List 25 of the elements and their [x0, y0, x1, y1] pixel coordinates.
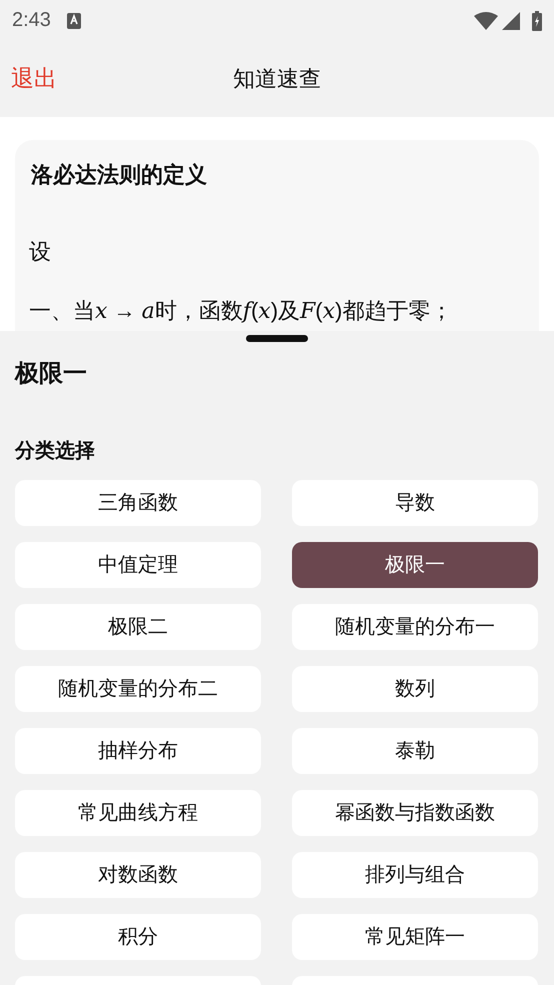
- category-button[interactable]: 泰勒: [292, 728, 538, 774]
- category-button[interactable]: 积分: [15, 914, 261, 960]
- category-button[interactable]: 极限一: [292, 542, 538, 588]
- category-button[interactable]: 排列与组合: [292, 852, 538, 898]
- exit-button[interactable]: 退出: [0, 61, 68, 96]
- category-button[interactable]: 数列: [292, 666, 538, 712]
- category-button[interactable]: 中值定理: [15, 542, 261, 588]
- category-button[interactable]: 抽样分布: [15, 728, 261, 774]
- clock: 2:43: [12, 8, 51, 33]
- section-heading: 分类选择: [15, 439, 96, 464]
- page-title: 知道速查: [233, 65, 321, 93]
- category-button[interactable]: 三角函数: [15, 480, 261, 526]
- drag-handle[interactable]: [246, 335, 308, 342]
- category-button[interactable]: 对数函数: [15, 852, 261, 898]
- sheet-title: 极限一: [15, 359, 88, 389]
- category-button[interactable]: 常见曲线方程: [15, 790, 261, 836]
- paragraph: 设: [29, 238, 52, 266]
- paragraph: 一、当x → a时，函数f(x)及F(x)都趋于零；: [29, 296, 454, 326]
- category-button[interactable]: 随机变量的分布二: [15, 666, 261, 712]
- category-button[interactable]: 导数: [292, 480, 538, 526]
- category-button[interactable]: 极限二: [15, 604, 261, 650]
- category-button[interactable]: 常见矩阵一: [292, 914, 538, 960]
- card-title: 洛必达法则的定义: [31, 161, 208, 189]
- category-button[interactable]: 幂函数与指数函数: [292, 790, 538, 836]
- category-button[interactable]: 随机变量的分布一: [292, 604, 538, 650]
